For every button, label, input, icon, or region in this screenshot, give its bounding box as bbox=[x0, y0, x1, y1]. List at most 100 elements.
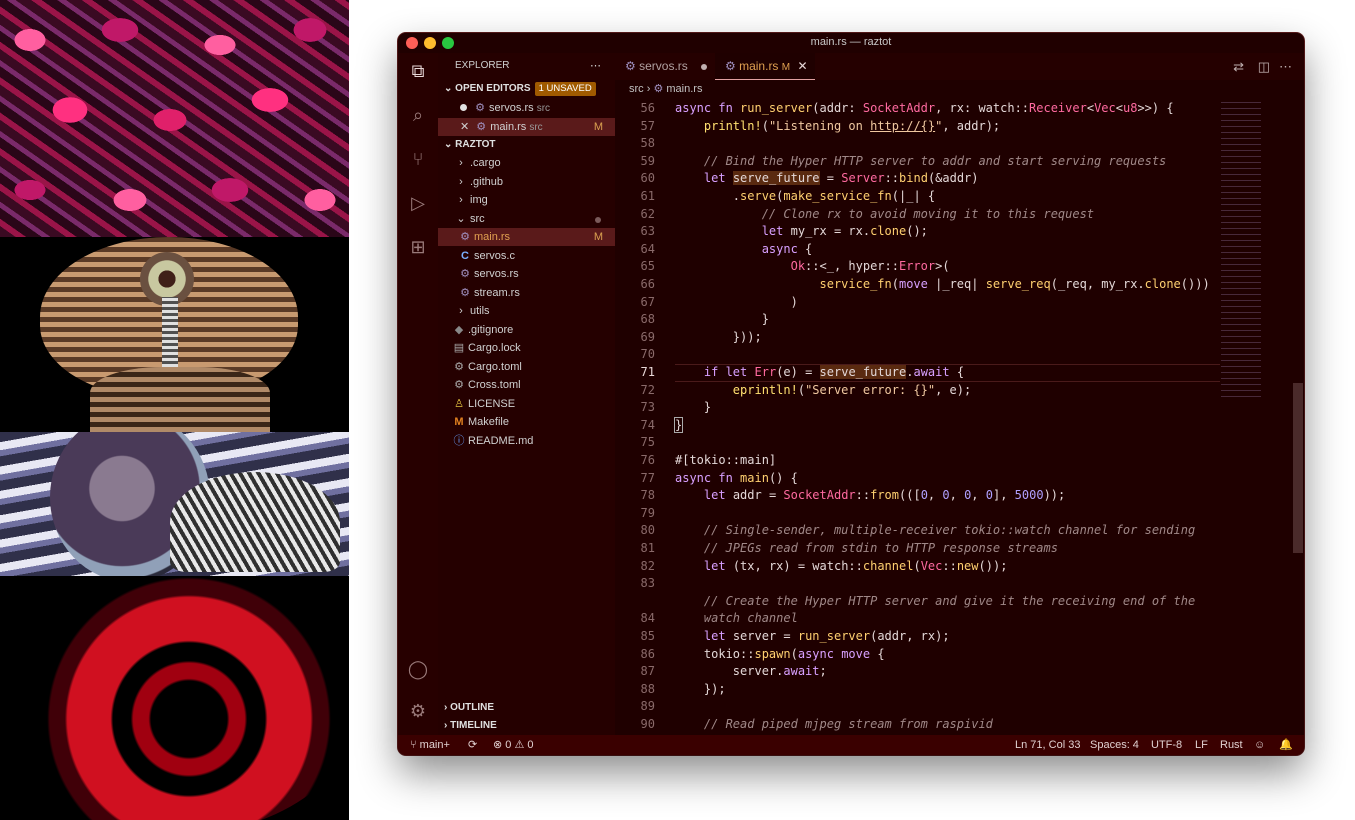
encoding[interactable]: UTF-8 bbox=[1151, 735, 1182, 755]
tree-file[interactable]: Cservos.c bbox=[438, 247, 615, 265]
line-ending[interactable]: LF bbox=[1195, 735, 1208, 755]
search-icon[interactable]: ⌕ bbox=[406, 103, 430, 127]
line-number: 73 bbox=[640, 400, 655, 415]
code-line: let server = run_server(addr, rx); bbox=[703, 629, 950, 643]
chevron-right-icon: › bbox=[459, 194, 463, 206]
explorer-icon[interactable]: ⧉ bbox=[406, 59, 430, 83]
run-debug-icon[interactable]: ▷ bbox=[406, 191, 430, 215]
line-number: 86 bbox=[640, 646, 655, 661]
split-editor-icon[interactable]: ◫ bbox=[1258, 59, 1270, 75]
code-line: println!("Listening on http://{}", addr)… bbox=[703, 118, 1001, 133]
rust-file-icon: ⚙ bbox=[460, 287, 470, 299]
settings-gear-icon[interactable]: ⚙ bbox=[406, 699, 430, 723]
source-control-icon[interactable]: ⑂ bbox=[406, 147, 430, 171]
more-actions-icon[interactable]: ⋯ bbox=[1279, 59, 1292, 75]
line-number: 58 bbox=[640, 136, 655, 151]
minimize-window-button[interactable] bbox=[424, 37, 436, 49]
line-number: 63 bbox=[640, 224, 655, 239]
language-mode[interactable]: Rust bbox=[1220, 735, 1243, 755]
line-number: 59 bbox=[640, 153, 655, 168]
tree-file[interactable]: ⚙ Cross.toml bbox=[438, 376, 615, 394]
unsaved-dot-icon[interactable] bbox=[701, 64, 707, 70]
line-number: 66 bbox=[640, 277, 655, 291]
tree-file[interactable]: ⓘ README.md bbox=[438, 432, 615, 450]
close-tab-icon[interactable]: ✕ bbox=[797, 59, 807, 73]
tree-folder[interactable]: › .cargo bbox=[438, 154, 615, 172]
info-icon: ⓘ bbox=[453, 435, 465, 447]
minimap[interactable] bbox=[1221, 100, 1291, 400]
code-line: // Read piped mjpeg stream from raspivid bbox=[703, 717, 993, 731]
code-line: service_fn(move |_req| serve_req(_req, m… bbox=[819, 277, 1210, 291]
line-number: 85 bbox=[640, 629, 655, 643]
code-line: .serve(make_service_fn(|_| { bbox=[675, 189, 936, 203]
line-number: 65 bbox=[640, 259, 655, 274]
line-number: 83 bbox=[640, 576, 655, 591]
branch-status[interactable]: ⑂ main+ bbox=[410, 735, 450, 755]
sync-icon[interactable]: ⟳ bbox=[468, 735, 477, 755]
account-icon[interactable]: ◯ bbox=[406, 657, 430, 681]
line-number: 77 bbox=[640, 470, 655, 485]
code-line: } bbox=[673, 416, 684, 433]
makefile-icon: M bbox=[454, 416, 464, 428]
code-line: async { bbox=[761, 241, 813, 256]
rust-file-icon: ⚙ bbox=[475, 102, 485, 114]
tree-file[interactable]: ⚙ stream.rs bbox=[438, 284, 615, 302]
line-number: 82 bbox=[640, 558, 655, 573]
breadcrumb-file[interactable]: main.rs bbox=[666, 83, 702, 95]
open-editor-item[interactable]: ⚙ servos.rs src bbox=[438, 99, 615, 117]
problems-status[interactable]: ⊗ 0 ⚠ 0 bbox=[493, 735, 534, 755]
rust-file-icon: ⚙ bbox=[625, 59, 640, 73]
tree-file[interactable]: ♙ LICENSE bbox=[438, 395, 615, 413]
tree-file[interactable]: ◆ .gitignore bbox=[438, 321, 615, 339]
tree-file-selected[interactable]: ⚙ main.rs M bbox=[438, 228, 615, 246]
explorer-title: EXPLORER bbox=[455, 60, 510, 71]
project-header[interactable]: ⌄ RAZTOT bbox=[438, 136, 615, 154]
close-window-button[interactable] bbox=[406, 37, 418, 49]
git-branch-icon: ⑂ bbox=[410, 739, 420, 751]
tab-main[interactable]: ⚙ main.rs M ✕ bbox=[715, 53, 815, 80]
code-line: // Single-sender, multiple-receiver toki… bbox=[703, 523, 1196, 538]
compare-changes-icon[interactable]: ⇄ bbox=[1233, 59, 1244, 75]
line-number: 89 bbox=[640, 699, 655, 714]
unsaved-dot-icon[interactable] bbox=[460, 104, 467, 111]
tree-folder[interactable]: › .github bbox=[438, 173, 615, 191]
outline-section[interactable]: › OUTLINE bbox=[438, 699, 615, 717]
tree-file[interactable]: ⚙ servos.rs bbox=[438, 265, 615, 283]
cursor-position[interactable]: Ln 71, Col 33 bbox=[1015, 735, 1080, 755]
swirl-pattern-image bbox=[0, 0, 349, 237]
line-number: 84 bbox=[640, 611, 655, 626]
close-icon[interactable]: ✕ bbox=[460, 121, 469, 133]
tree-folder[interactable]: › img bbox=[438, 191, 615, 209]
tree-file[interactable]: ▤ Cargo.lock bbox=[438, 339, 615, 357]
line-number: 72 bbox=[640, 382, 655, 397]
warning-icon: ⚠ bbox=[514, 739, 528, 751]
code-line: #[tokio::main] bbox=[675, 453, 777, 467]
tree-file[interactable]: ⚙ Cargo.toml bbox=[438, 358, 615, 376]
indentation[interactable]: Spaces: 4 bbox=[1090, 735, 1139, 755]
maximize-window-button[interactable] bbox=[442, 37, 454, 49]
extensions-icon[interactable]: ⊞ bbox=[406, 235, 430, 259]
open-editors-header[interactable]: ⌄ OPEN EDITORS 1 UNSAVED bbox=[438, 80, 615, 98]
tree-folder[interactable]: › utils bbox=[438, 302, 615, 320]
gear-file-icon: ⚙ bbox=[454, 361, 464, 373]
creature-sprite-image bbox=[0, 237, 349, 432]
breadcrumb: src › ⚙ main.rs bbox=[629, 83, 703, 95]
line-number: 88 bbox=[640, 681, 655, 696]
tree-folder[interactable]: ⌄ src bbox=[438, 210, 615, 228]
open-editor-item[interactable]: ✕ ⚙ main.rs src M bbox=[438, 118, 615, 136]
feedback-icon[interactable]: ☺ bbox=[1254, 735, 1265, 755]
code-editor[interactable]: 56 57 58 59 60 61 62 63 64 65 66 67 68 69 70 71 72 73 74 75… bbox=[615, 100, 1304, 735]
code-line: ) bbox=[675, 294, 798, 309]
vertical-scrollbar[interactable] bbox=[1293, 383, 1303, 553]
code-line: let my_rx = rx.clone(); bbox=[761, 224, 928, 239]
more-actions-icon[interactable]: ⋯ bbox=[590, 57, 610, 75]
tree-file[interactable]: M Makefile bbox=[438, 413, 615, 431]
bell-icon[interactable]: 🔔 bbox=[1279, 735, 1293, 755]
breadcrumb-folder[interactable]: src bbox=[629, 83, 644, 95]
code-line: let addr = SocketAddr::from(([0, 0, 0, 0… bbox=[703, 488, 1066, 503]
tab-servos[interactable]: ⚙ servos.rs bbox=[615, 53, 715, 80]
line-number: 56 bbox=[640, 101, 655, 115]
timeline-section[interactable]: › TIMELINE bbox=[438, 717, 615, 735]
line-number: 64 bbox=[640, 241, 655, 256]
explorer-sidebar: EXPLORER ⋯ ⌄ OPEN EDITORS 1 UNSAVED ⚙ serv… bbox=[438, 53, 615, 735]
